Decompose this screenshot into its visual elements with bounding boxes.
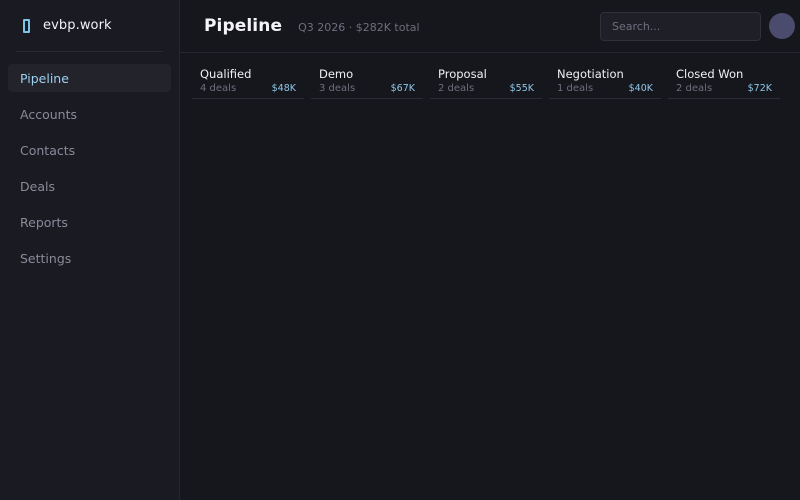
sidebar-item-pipeline[interactable]: Pipeline — [8, 64, 171, 92]
stage-demo[interactable]: Demo 3 deals $67K — [311, 65, 423, 99]
avatar[interactable] — [769, 13, 795, 39]
app: evbp.work Pipeline Accounts Contacts Dea… — [0, 0, 800, 500]
stage-proposal[interactable]: Proposal 2 deals $55K — [430, 65, 542, 99]
main-content: Pipeline Q3 2026 · $282K total Qualified… — [180, 0, 800, 500]
stage-value: $55K — [509, 83, 534, 94]
logo-icon — [23, 18, 30, 33]
stage-name: Qualified — [200, 67, 252, 81]
stage-meta: 2 deals $55K — [438, 83, 534, 94]
stage-meta: 3 deals $67K — [319, 83, 415, 94]
sidebar: evbp.work Pipeline Accounts Contacts Dea… — [0, 0, 180, 500]
stage-negotiation[interactable]: Negotiation 1 deals $40K — [549, 65, 661, 99]
stage-meta: 4 deals $48K — [200, 83, 296, 94]
stage-count: 2 deals — [676, 83, 713, 94]
sidebar-item-settings[interactable]: Settings — [8, 244, 171, 272]
stage-value: $67K — [390, 83, 415, 94]
topbar: Pipeline Q3 2026 · $282K total — [180, 0, 800, 53]
stage-name: Proposal — [438, 67, 487, 81]
stage-count: 2 deals — [438, 83, 475, 94]
page-subtitle: Q3 2026 · $282K total — [298, 21, 420, 34]
sidebar-item-accounts[interactable]: Accounts — [8, 100, 171, 128]
stage-closed-won[interactable]: Closed Won 2 deals $72K — [668, 65, 780, 99]
stage-meta: 2 deals $72K — [676, 83, 772, 94]
stage-name: Negotiation — [557, 67, 624, 81]
stage-count: 3 deals — [319, 83, 356, 94]
sidebar-item-contacts[interactable]: Contacts — [8, 136, 171, 164]
stage-value: $40K — [628, 83, 653, 94]
stage-count: 1 deals — [557, 83, 594, 94]
stage-qualified[interactable]: Qualified 4 deals $48K — [192, 65, 304, 99]
sidebar-item-reports[interactable]: Reports — [8, 208, 171, 236]
stage-value: $72K — [747, 83, 772, 94]
stage-count: 4 deals — [200, 83, 237, 94]
brand-name: evbp.work — [43, 18, 112, 33]
search-input[interactable] — [600, 12, 761, 41]
stage-name: Demo — [319, 67, 354, 81]
sidebar-item-deals[interactable]: Deals — [8, 172, 171, 200]
brand[interactable]: evbp.work — [16, 0, 163, 52]
page-title: Pipeline — [204, 16, 283, 36]
stage-value: $48K — [271, 83, 296, 94]
pipeline-stages: Qualified 4 deals $48K Demo 3 deals $67K… — [180, 53, 800, 99]
stage-meta: 1 deals $40K — [557, 83, 653, 94]
stage-name: Closed Won — [676, 67, 744, 81]
sidebar-nav: Pipeline Accounts Contacts Deals Reports… — [8, 64, 171, 272]
